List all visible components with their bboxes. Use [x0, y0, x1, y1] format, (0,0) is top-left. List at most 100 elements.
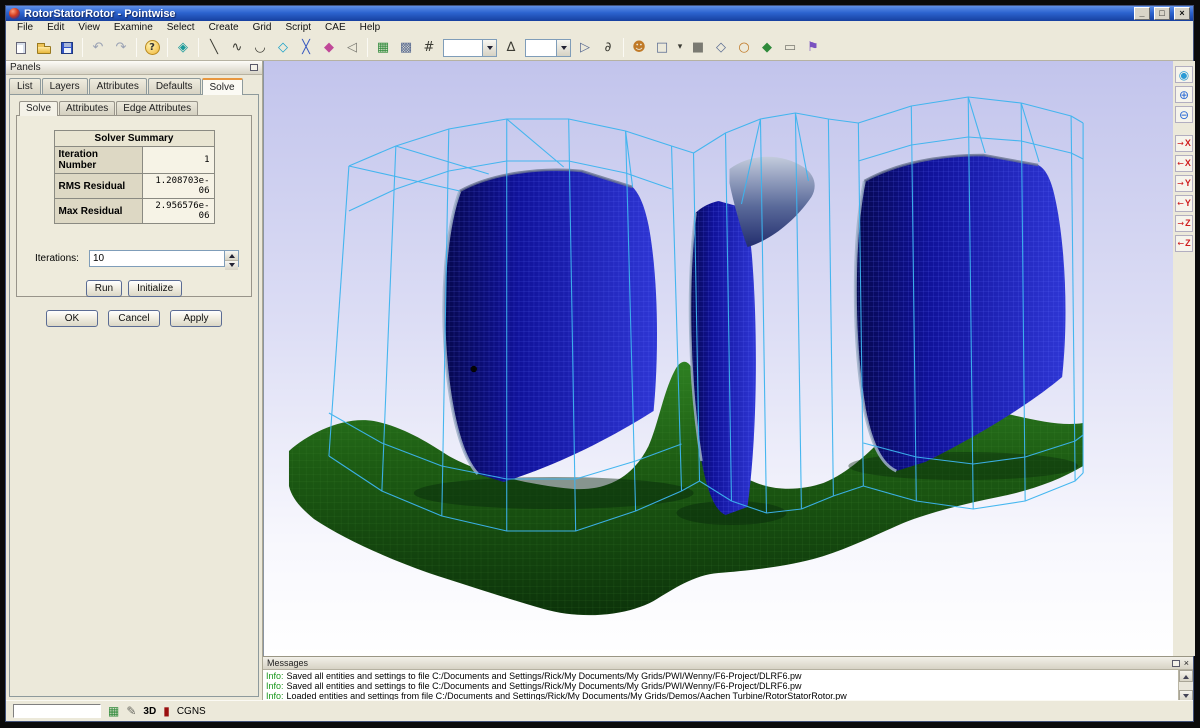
face-button[interactable]: ▭ — [779, 37, 801, 59]
subtab-edge-attributes[interactable]: Edge Attributes — [116, 101, 198, 115]
diamond-tool-button[interactable]: ◇ — [272, 37, 294, 59]
help-button[interactable]: ? — [141, 37, 163, 59]
view-minus-y-button[interactable]: ←Y — [1175, 195, 1193, 212]
menu-edit[interactable]: Edit — [40, 21, 71, 35]
block-dropdown-button[interactable]: ▾ — [674, 37, 686, 59]
arc-tool-button[interactable]: ◡ — [249, 37, 271, 59]
close-messages-icon[interactable]: × — [1184, 659, 1189, 668]
line-tool-button[interactable]: ╲ — [203, 37, 225, 59]
menu-help[interactable]: Help — [353, 21, 388, 35]
scroll-up-icon[interactable] — [1179, 670, 1193, 682]
iterations-spinner[interactable] — [89, 250, 239, 267]
revolve-tool-button[interactable]: ◁ — [341, 37, 363, 59]
extrude-grid-button[interactable]: ▩ — [395, 37, 417, 59]
plus-z-arrow-icon: → — [1177, 220, 1184, 228]
connector-node-button[interactable]: ○ — [733, 37, 755, 59]
cae-solver-icon: ▮ — [163, 705, 170, 717]
minimize-button[interactable]: _ — [1134, 7, 1150, 20]
spinner-up-icon[interactable] — [225, 251, 238, 261]
tool-status-icon: ✎ — [126, 705, 136, 717]
dimension-dropdown-icon[interactable] — [482, 40, 496, 56]
open-file-button[interactable] — [33, 37, 55, 59]
dimension-combobox[interactable] — [443, 39, 497, 57]
tab-attributes[interactable]: Attributes — [89, 78, 147, 94]
3d-viewport[interactable] — [263, 61, 1173, 656]
cae-solver-label: CGNS — [177, 706, 206, 717]
angle-icon: ∆ — [507, 41, 516, 54]
domain-icon: ◆ — [762, 41, 772, 54]
extrude-grid-icon: ▩ — [400, 41, 412, 54]
title-bar[interactable]: RotorStatorRotor - Pointwise _ □ × — [6, 6, 1193, 21]
undo-button[interactable]: ↶ — [87, 37, 109, 59]
dock-messages-icon[interactable] — [1172, 660, 1180, 667]
menu-view[interactable]: View — [71, 21, 107, 35]
menu-examine[interactable]: Examine — [107, 21, 160, 35]
domain-button[interactable]: ◆ — [756, 37, 778, 59]
tab-defaults[interactable]: Defaults — [148, 78, 201, 94]
display-style-button[interactable]: ☻ — [628, 37, 650, 59]
messages-scrollbar[interactable] — [1178, 670, 1193, 702]
apply-button[interactable]: Apply — [170, 310, 222, 327]
iteration-number-label: Iteration Number — [54, 147, 142, 174]
block-solid-button[interactable]: ■ — [687, 37, 709, 59]
save-file-button[interactable] — [56, 37, 78, 59]
tab-layers[interactable]: Layers — [42, 78, 88, 94]
tab-solve[interactable]: Solve — [202, 78, 243, 95]
solve-tool-button[interactable]: ▷ — [574, 37, 596, 59]
iterations-row: Iterations: — [17, 250, 251, 267]
redo-button[interactable]: ↷ — [110, 37, 132, 59]
diamond-tool-icon: ◇ — [278, 41, 288, 54]
curve-tool-button[interactable]: ∿ — [226, 37, 248, 59]
menu-create[interactable]: Create — [202, 21, 246, 35]
prism-button[interactable]: ◇ — [710, 37, 732, 59]
minus-x-arrow-icon: ← — [1177, 160, 1184, 168]
menu-cae[interactable]: CAE — [318, 21, 353, 35]
table-row: Iteration Number 1 — [54, 147, 214, 174]
view-plus-x-button[interactable]: →X — [1175, 135, 1193, 152]
reset-view-button[interactable]: ◉ — [1175, 66, 1193, 83]
menu-file[interactable]: File — [10, 21, 40, 35]
run-button[interactable]: Run — [86, 280, 122, 297]
probe-button[interactable]: ◈ — [172, 37, 194, 59]
assemble-button[interactable]: ⚑ — [802, 37, 824, 59]
zoom-out-button[interactable]: ⊖ — [1175, 106, 1193, 123]
menu-script[interactable]: Script — [278, 21, 318, 35]
3d-scene — [264, 61, 1173, 656]
tab-list[interactable]: List — [9, 78, 41, 94]
iterations-input[interactable] — [90, 251, 224, 266]
spinner-down-icon[interactable] — [225, 261, 238, 270]
window-title: RotorStatorRotor - Pointwise — [24, 7, 1130, 21]
angle-tool-button[interactable]: ∆ — [500, 37, 522, 59]
zoom-in-button[interactable]: ⊕ — [1175, 86, 1193, 103]
view-minus-x-button[interactable]: ←X — [1175, 155, 1193, 172]
run-row: Run Initialize — [86, 280, 183, 297]
dimension-tool-button[interactable]: # — [418, 37, 440, 59]
float-panel-icon[interactable] — [250, 64, 258, 71]
structured-grid-button[interactable]: ▦ — [372, 37, 394, 59]
subtab-solve[interactable]: Solve — [19, 101, 58, 116]
subtab-attributes[interactable]: Attributes — [59, 101, 115, 115]
block-outline-button[interactable]: □ — [651, 37, 673, 59]
intersect-tool-button[interactable]: ╳ — [295, 37, 317, 59]
log-line: Info:Saved all entities and settings to … — [266, 681, 1175, 691]
solver-summary-header: Solver Summary — [54, 131, 214, 147]
view-plus-z-button[interactable]: →Z — [1175, 215, 1193, 232]
plus-x-arrow-icon: → — [1177, 140, 1184, 148]
help-icon: ? — [145, 40, 160, 55]
view-minus-z-button[interactable]: ←Z — [1175, 235, 1193, 252]
cancel-button[interactable]: Cancel — [108, 310, 160, 327]
ok-button[interactable]: OK — [46, 310, 98, 327]
menu-grid[interactable]: Grid — [246, 21, 279, 35]
menu-select[interactable]: Select — [160, 21, 202, 35]
probe-icon: ◈ — [178, 41, 188, 54]
close-button[interactable]: × — [1174, 7, 1190, 20]
command-input[interactable] — [13, 704, 101, 718]
new-file-button[interactable] — [10, 37, 32, 59]
view-plus-y-button[interactable]: →Y — [1175, 175, 1193, 192]
examine-tool-button[interactable]: ∂ — [597, 37, 619, 59]
angle-combobox[interactable] — [525, 39, 571, 57]
surface-tool-button[interactable]: ◆ — [318, 37, 340, 59]
initialize-button[interactable]: Initialize — [128, 280, 182, 297]
maximize-button[interactable]: □ — [1154, 7, 1170, 20]
angle-dropdown-icon[interactable] — [556, 40, 570, 56]
